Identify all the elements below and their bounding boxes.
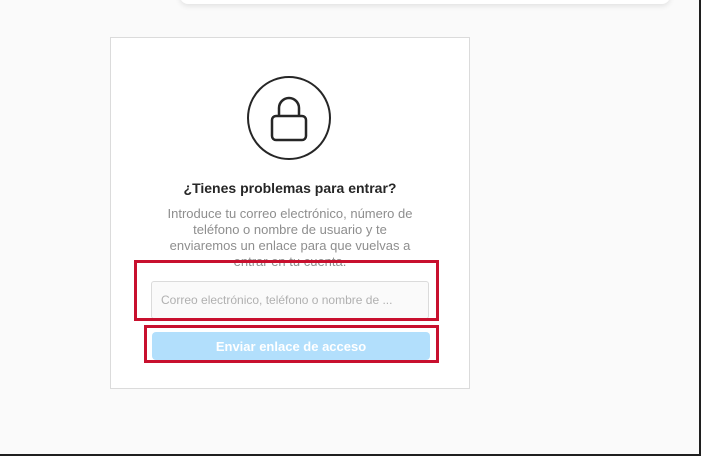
browser-viewport: ¿Tienes problemas para entrar? Introduce… [0,0,701,456]
lock-icon [247,76,331,160]
page-title: ¿Tienes problemas para entrar? [183,180,397,196]
top-overlay-panel [180,0,670,4]
account-identifier-input[interactable] [151,281,429,319]
password-reset-card: ¿Tienes problemas para entrar? Introduce… [110,37,470,389]
send-access-link-button[interactable]: Enviar enlace de acceso [152,332,430,360]
reset-instructions: Introduce tu correo electrónico, número … [167,206,413,266]
